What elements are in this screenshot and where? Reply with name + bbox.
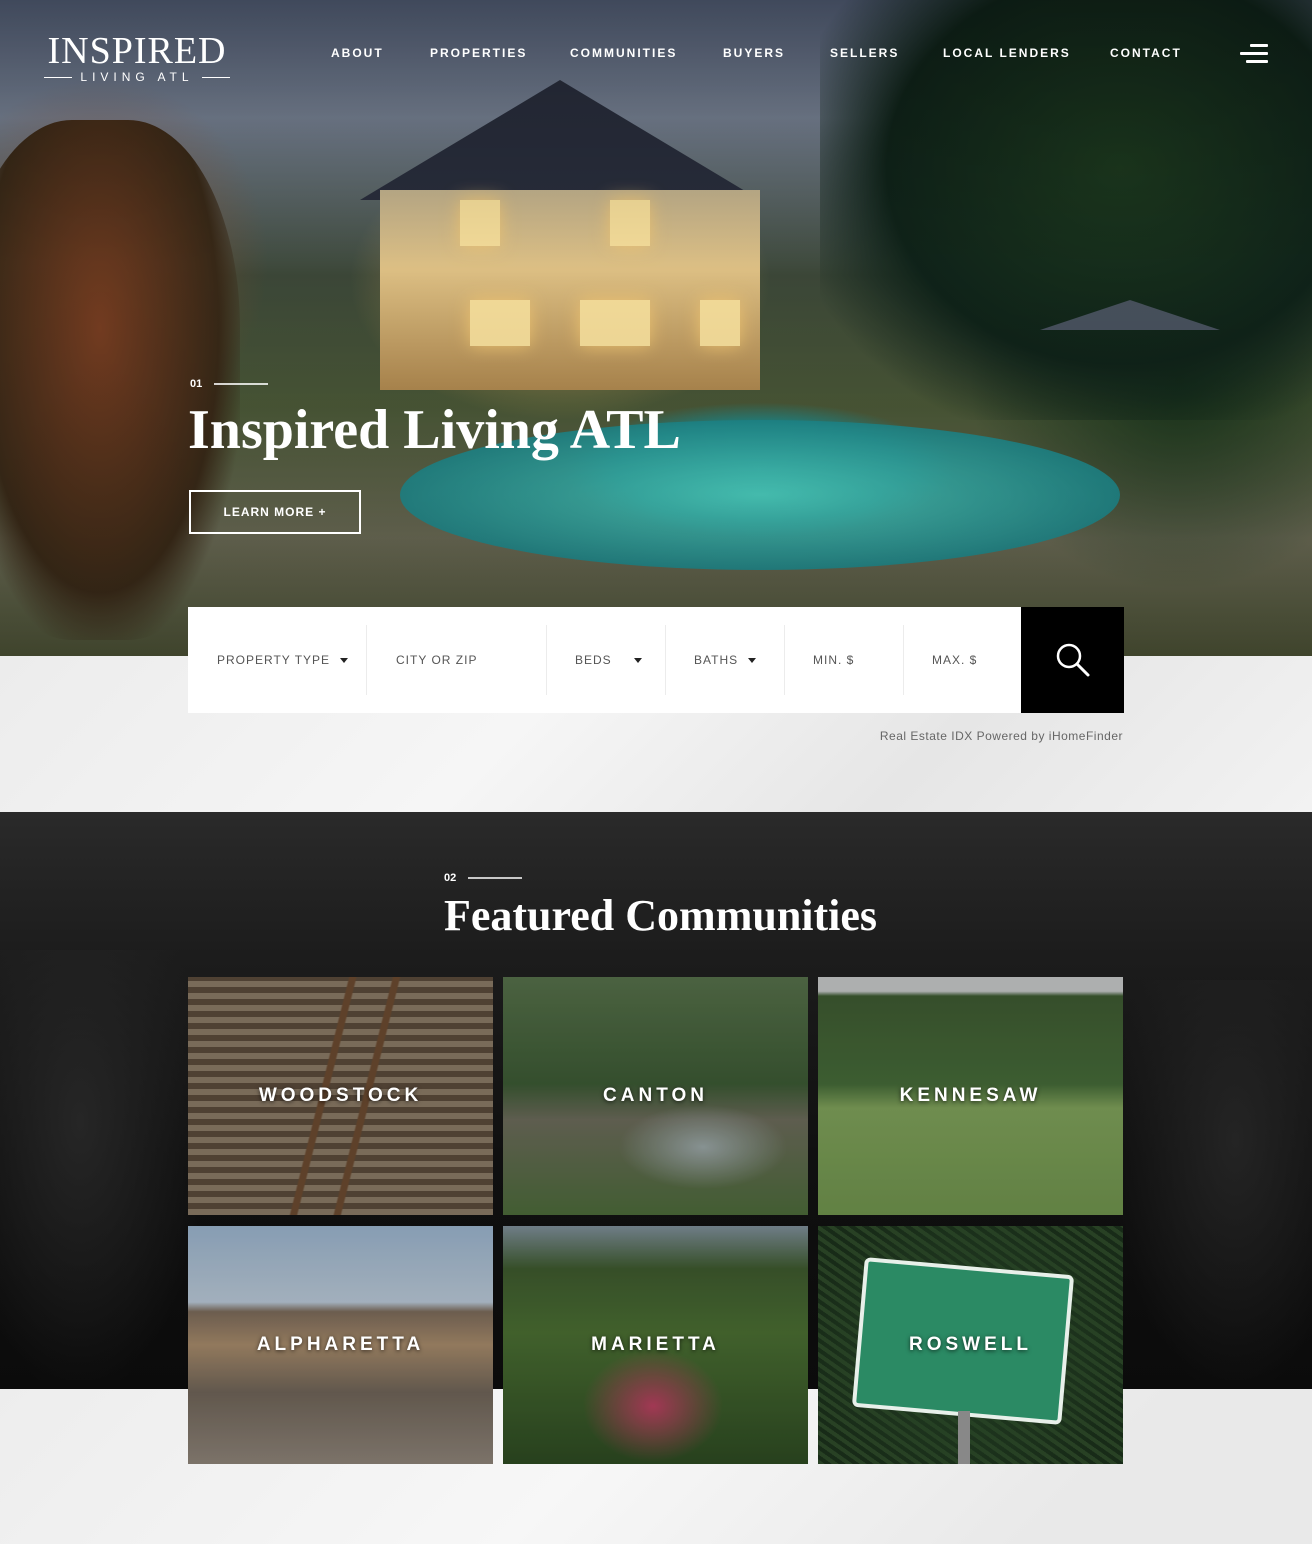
nav-properties[interactable]: PROPERTIES: [430, 46, 527, 60]
learn-more-button[interactable]: LEARN MORE +: [189, 490, 361, 534]
min-price-input[interactable]: MIN. $: [784, 607, 903, 713]
community-card-woodstock[interactable]: WOODSTOCK: [188, 977, 493, 1215]
sign-post: [958, 1411, 970, 1464]
communities-number-text: 02: [444, 872, 457, 884]
city-zip-input[interactable]: CITY OR ZIP: [366, 607, 546, 713]
nav-about[interactable]: ABOUT: [331, 46, 384, 60]
main-nav: ABOUT PROPERTIES COMMUNITIES BUYERS SELL…: [0, 46, 1312, 64]
nav-sellers[interactable]: SELLERS: [830, 46, 899, 60]
hero-section: INSPIRED LIVING ATL ABOUT PROPERTIES COM…: [0, 0, 1312, 656]
hero-section-number: 01: [190, 378, 269, 390]
nav-communities[interactable]: COMMUNITIES: [570, 46, 677, 60]
community-label: CANTON: [603, 1085, 708, 1106]
baths-select[interactable]: BATHS: [665, 607, 784, 713]
hero-number-text: 01: [190, 378, 203, 390]
communities-bg-trees-right: [1120, 980, 1312, 1380]
community-card-marietta[interactable]: MARIETTA: [503, 1226, 808, 1464]
community-label: ALPHARETTA: [256, 1334, 425, 1355]
search-icon: [1056, 643, 1089, 677]
beds-select[interactable]: BEDS: [546, 607, 665, 713]
communities-bg-trees-left: [0, 950, 200, 1380]
chevron-down-icon: [633, 657, 642, 663]
max-price-input[interactable]: MAX. $: [903, 607, 1021, 713]
community-card-canton[interactable]: CANTON: [503, 977, 808, 1215]
hero-title: Inspired Living ATL: [188, 399, 681, 461]
community-label: KENNESAW: [899, 1085, 1042, 1106]
community-label: MARIETTA: [591, 1334, 720, 1355]
community-label: ROSWELL: [909, 1334, 1032, 1355]
property-type-label: PROPERTY TYPE: [217, 653, 331, 667]
community-card-roswell[interactable]: ROSWELL: [818, 1226, 1123, 1464]
min-price-placeholder: MIN. $: [813, 653, 855, 667]
max-price-placeholder: MAX. $: [932, 653, 978, 667]
communities-section-number: 02: [444, 872, 523, 884]
chevron-down-icon: [340, 657, 349, 663]
property-type-select[interactable]: PROPERTY TYPE: [188, 607, 366, 713]
nav-local-lenders[interactable]: LOCAL LENDERS: [943, 46, 1071, 60]
hamburger-menu-icon[interactable]: [1238, 44, 1268, 64]
logo-sub-text: LIVING ATL: [80, 70, 194, 84]
chevron-down-icon: [748, 657, 757, 663]
communities-title: Featured Communities: [444, 891, 878, 940]
nav-buyers[interactable]: BUYERS: [723, 46, 785, 60]
property-search-bar: PROPERTY TYPE CITY OR ZIP BEDS BATHS MIN…: [188, 607, 1124, 713]
community-card-kennesaw[interactable]: KENNESAW: [818, 977, 1123, 1215]
search-button[interactable]: [1021, 607, 1124, 713]
beds-label: BEDS: [575, 653, 612, 667]
nav-contact[interactable]: CONTACT: [1110, 46, 1182, 60]
community-card-alpharetta[interactable]: ALPHARETTA: [188, 1226, 493, 1464]
city-zip-placeholder: CITY OR ZIP: [396, 653, 478, 667]
baths-label: BATHS: [694, 653, 739, 667]
community-label: WOODSTOCK: [258, 1085, 423, 1106]
idx-powered-by[interactable]: Real Estate IDX Powered by iHomeFinder: [0, 729, 1123, 743]
